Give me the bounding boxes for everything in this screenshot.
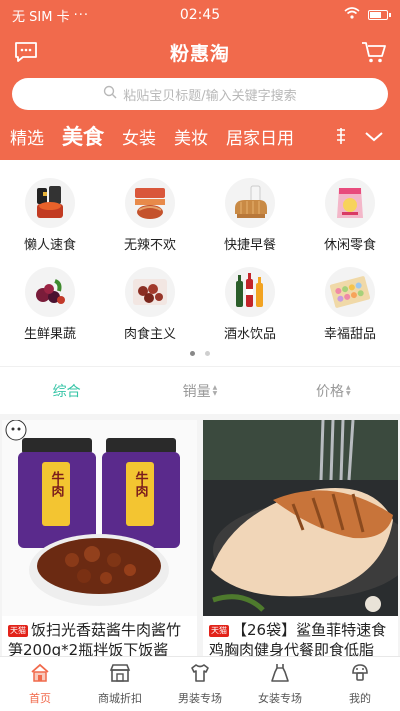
nav-home[interactable]: 首页	[0, 657, 80, 711]
category-label: 幸福甜品	[323, 327, 376, 342]
tab-meizhuang[interactable]: 美妆	[174, 124, 208, 149]
meat-icon	[125, 267, 175, 317]
product-grid: 牛肉 牛肉 天猫 饭扫光香菇酱牛肉酱竹笋200g*2瓶拌饭下饭酱 天猫 【26袋…	[0, 414, 400, 670]
sort-price[interactable]: 价格 ▲ ▼	[267, 381, 400, 401]
sort-label: 销量	[182, 383, 211, 400]
nav-label: 我的	[349, 692, 371, 705]
battery-icon	[368, 10, 391, 20]
chevron-down-icon	[365, 127, 383, 146]
product-image-beef-sauce: 牛肉 牛肉	[2, 420, 197, 616]
product-card[interactable]: 牛肉 牛肉 天猫 饭扫光香菇酱牛肉酱竹笋200g*2瓶拌饭下饭酱	[2, 420, 197, 670]
category-label: 休闲零食	[323, 238, 376, 253]
search-icon	[103, 85, 117, 103]
sort-arrows-icon: ▲ ▼	[346, 383, 351, 397]
product-title[interactable]: 天猫 饭扫光香菇酱牛肉酱竹笋200g*2瓶拌饭下饭酱	[2, 616, 197, 660]
product-card[interactable]: 天猫 【26袋】鲨鱼菲特速食鸡胸肉健身代餐即食低脂	[203, 420, 398, 670]
category-item[interactable]: 无辣不欢	[100, 178, 200, 253]
category-item[interactable]: 肉食主义	[100, 267, 200, 342]
sort-overall[interactable]: 综合	[0, 381, 133, 401]
sort-label: 价格	[316, 383, 344, 400]
nav-label: 男装专场	[178, 692, 222, 705]
nav-menswear[interactable]: 男装专场	[160, 657, 240, 711]
category-label: 无辣不欢	[123, 238, 176, 253]
app-screen: 无 SIM 卡 ··· 02:45 粉惠淘 粘贴宝贝标题/输入关键字搜索 精选 …	[0, 0, 400, 711]
pager-dot[interactable]	[205, 351, 210, 356]
tmall-badge: 天猫	[8, 625, 28, 637]
home-icon	[29, 662, 51, 688]
sort-sales[interactable]: 销量 ▲ ▼	[133, 381, 266, 401]
user-icon	[349, 662, 371, 688]
pager-dot[interactable]	[190, 351, 195, 356]
nav-label: 商城折扣	[98, 692, 142, 705]
fruit-icon	[25, 267, 75, 317]
product-title[interactable]: 天猫 【26袋】鲨鱼菲特速食鸡胸肉健身代餐即食低脂	[203, 616, 398, 660]
category-item[interactable]: 酒水饮品	[200, 267, 300, 342]
cart-icon[interactable]	[360, 38, 388, 66]
nav-label: 首页	[29, 692, 51, 705]
nav-shop-discount[interactable]: 商城折扣	[80, 657, 160, 711]
shop-icon	[109, 662, 131, 688]
category-label: 懒人速食	[23, 238, 76, 253]
sort-label: 综合	[52, 383, 81, 400]
tab-nvzhuang[interactable]: 女装	[122, 124, 156, 149]
category-grid-panel: 懒人速食 无辣不欢 快捷早餐 休闲零食 生鲜果蔬 肉食主义 酒水饮品 幸福甜品	[0, 160, 400, 366]
jar-label-text: 牛肉	[49, 470, 65, 498]
message-icon[interactable]	[12, 38, 40, 66]
bottles-icon	[225, 267, 275, 317]
status-bar: 无 SIM 卡 ··· 02:45	[0, 0, 400, 30]
instant-food-icon	[25, 178, 75, 228]
tabs-expand-button[interactable]	[348, 118, 400, 154]
bottom-nav: 首页 商城折扣 男装专场 女装专场 我的	[0, 656, 400, 711]
header: 无 SIM 卡 ··· 02:45 粉惠淘 粘贴宝贝标题/输入关键字搜索 精选 …	[0, 0, 400, 160]
category-pager	[0, 351, 400, 356]
jar-label-text: 牛肉	[133, 470, 149, 498]
product-image-chicken-breast	[203, 420, 398, 616]
tab-jujiariyong[interactable]: 居家日用	[226, 124, 294, 149]
clock: 02:45	[179, 7, 221, 23]
search-input[interactable]: 粘贴宝贝标题/输入关键字搜索	[12, 78, 388, 110]
category-label: 肉食主义	[123, 327, 176, 342]
search-placeholder: 粘贴宝贝标题/输入关键字搜索	[123, 88, 297, 104]
app-bar: 粉惠淘	[0, 30, 400, 74]
nav-womenswear[interactable]: 女装专场	[240, 657, 320, 711]
category-item[interactable]: 幸福甜品	[300, 267, 400, 342]
dress-icon	[269, 662, 291, 688]
nav-label: 女装专场	[258, 692, 302, 705]
category-label: 生鲜果蔬	[23, 327, 76, 342]
macaron-box-icon	[325, 267, 375, 317]
category-item[interactable]: 休闲零食	[300, 178, 400, 253]
category-item[interactable]: 生鲜果蔬	[0, 267, 100, 342]
category-label: 快捷早餐	[223, 238, 276, 253]
bread-milk-icon	[225, 178, 275, 228]
sort-arrows-icon: ▲ ▼	[212, 383, 218, 397]
category-item[interactable]: 懒人速食	[0, 178, 100, 253]
tab-overflow-fragment	[334, 118, 348, 154]
category-item[interactable]: 快捷早餐	[200, 178, 300, 253]
tab-meishi[interactable]: 美食	[62, 121, 104, 151]
shirt-icon	[189, 662, 211, 688]
tab-jingxuan[interactable]: 精选	[10, 124, 44, 149]
category-label: 酒水饮品	[223, 327, 276, 342]
product-title-text: 【26袋】鲨鱼菲特速食鸡胸肉健身代餐即食低脂	[209, 621, 387, 659]
spicy-snack-icon	[125, 178, 175, 228]
nav-mine[interactable]: 我的	[320, 657, 400, 711]
product-title-text: 饭扫光香菇酱牛肉酱竹笋200g*2瓶拌饭下饭酱	[8, 621, 182, 659]
category-tabs: 精选 美食 女装 美妆 居家日用	[0, 118, 400, 154]
chips-bag-icon	[325, 178, 375, 228]
tmall-badge: 天猫	[209, 625, 229, 637]
app-title: 粉惠淘	[169, 42, 230, 65]
sort-bar: 综合 销量 ▲ ▼ 价格 ▲ ▼	[0, 366, 400, 414]
